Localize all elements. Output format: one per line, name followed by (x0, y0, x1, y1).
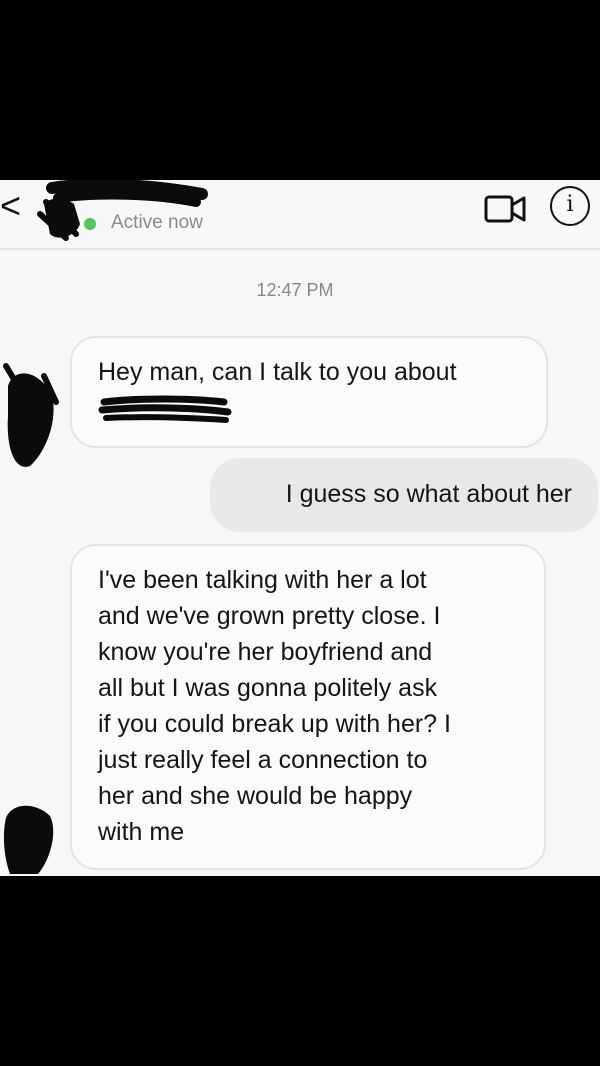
message-line: if you could break up with her? I (98, 710, 451, 738)
chevron-left-icon[interactable]: < (0, 188, 24, 228)
message-timestamp: 12:47 PM (256, 280, 334, 300)
message-line: all but I was gonna politely ask (98, 674, 438, 702)
incoming-message-bubble[interactable]: Hey man, can I talk to you about (70, 336, 548, 448)
sender-avatar-redaction (3, 363, 59, 467)
chat-screen: < Active now i 12:47 PM Hey man, can I t… (0, 180, 600, 876)
bottom-letterbox (0, 876, 600, 1066)
top-letterbox (0, 0, 600, 180)
video-call-icon[interactable] (484, 192, 528, 226)
message-line: just really feel a connection to (98, 746, 428, 774)
active-status-dot (84, 218, 96, 230)
active-status-label: Active now (111, 212, 203, 233)
message-redaction (98, 395, 232, 423)
message-line: with me (98, 818, 185, 846)
message-line: I've been talking with her a lot (98, 566, 427, 594)
sender-avatar-redaction (3, 805, 54, 874)
info-icon[interactable]: i (550, 186, 590, 226)
message-line: her and she would be happy (98, 782, 413, 810)
chat-header: < Active now i (0, 180, 600, 250)
incoming-message-bubble[interactable]: I've been talking with her a lot and we'… (70, 544, 546, 870)
outgoing-message-bubble[interactable]: I guess so what about her (210, 458, 598, 532)
message-line: know you're her boyfriend and (98, 638, 433, 666)
message-line: and we've grown pretty close. I (98, 602, 441, 630)
message-text: Hey man, can I talk to you about (98, 358, 457, 386)
message-text: I guess so what about her (285, 480, 572, 508)
